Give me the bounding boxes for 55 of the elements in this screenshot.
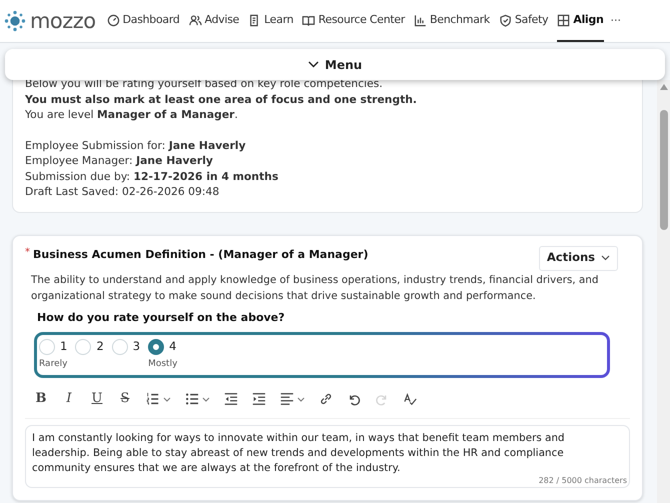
detail-text: Employee Submission for: Jane Haverly	[25, 138, 247, 153]
intro-text: You must also mark at least one area of focus and one strength.	[25, 92, 418, 107]
caret-icon	[202, 396, 210, 402]
toolbar-button[interactable]: B	[29, 388, 53, 410]
rating-caption: Rarely	[39, 358, 68, 372]
rating-option[interactable]: 2	[75, 338, 104, 356]
rating-option[interactable]: 3	[112, 338, 140, 356]
actions-button[interactable]: Actions	[538, 246, 618, 270]
indent-icon	[252, 392, 266, 406]
nav-tab[interactable]: Learn	[248, 0, 294, 42]
chart-icon	[414, 14, 427, 26]
detail-text: Employee Manager: Jane Haverly	[25, 153, 214, 168]
ordered-list-icon	[146, 392, 160, 406]
answer-text: I am constantly looking for ways to innovate within our team, in ways that benefit team members and leadership. Being able to stay abreast of new trends and developments within the HR and compliance community ensures that we are always at the forefront of the industry.	[32, 431, 566, 476]
rating-option[interactable]: 4	[148, 338, 176, 356]
character-counter: 282 / 5000 characters	[538, 476, 627, 486]
intro-text: You are level Manager of a Manager.	[25, 107, 239, 122]
nav-tab[interactable]: Safety	[498, 0, 548, 42]
answer-box[interactable]	[25, 425, 630, 488]
radio-button[interactable]	[148, 338, 164, 355]
nav-tab[interactable]: Benchmark	[414, 0, 490, 42]
menu-bar[interactable]: Menu	[5, 49, 665, 80]
nav-tab[interactable]: Resource Center	[302, 0, 405, 42]
more-button[interactable]: ···	[610, 12, 621, 30]
rating-option[interactable]: 1	[39, 338, 68, 356]
required-mark: *	[25, 246, 30, 260]
bullet-list-icon	[185, 392, 199, 406]
competency-description: The ability to understand and apply knowledge of business operations, industry trends, financial drivers, and organizational strategy to make sound decisions that drive sustainable growth and performance.	[31, 272, 600, 304]
chevron-down-icon	[308, 61, 319, 68]
nav-tab[interactable]: Dashboard	[106, 0, 180, 42]
detail-text: Draft Last Saved: 02-26-2026 09:48	[25, 184, 220, 200]
logo-icon	[4, 10, 26, 32]
shield-icon	[498, 14, 512, 26]
chevron-down-icon	[601, 255, 610, 261]
rating-caption: Mostly	[148, 358, 178, 372]
link-icon	[319, 392, 333, 406]
scrollbar[interactable]	[657, 80, 670, 503]
caret-icon	[297, 396, 305, 402]
spellcheck-icon	[403, 392, 417, 406]
gauge-icon	[106, 14, 120, 26]
brand-name: mozzo	[30, 10, 96, 32]
book-icon	[302, 14, 316, 26]
nav-tab[interactable]: Advise	[188, 0, 240, 42]
competency-title: Business Acumen Definition - (Manager of a Manager)	[33, 246, 368, 262]
rating-question: How do you rate yourself on the above?	[37, 310, 286, 326]
grid-icon	[557, 14, 570, 26]
people-icon	[188, 14, 202, 26]
caret-icon	[163, 396, 171, 402]
toolbar-button[interactable]: S	[113, 388, 137, 410]
detail-text: Submission due by: 12-17-2026 in 4 months	[25, 168, 280, 184]
outdent-icon	[224, 392, 238, 406]
toolbar-button[interactable]: I	[57, 388, 81, 410]
toolbar-button[interactable]: U	[85, 388, 109, 410]
align-icon	[280, 392, 294, 406]
nav-tab[interactable]: Align	[557, 0, 604, 42]
